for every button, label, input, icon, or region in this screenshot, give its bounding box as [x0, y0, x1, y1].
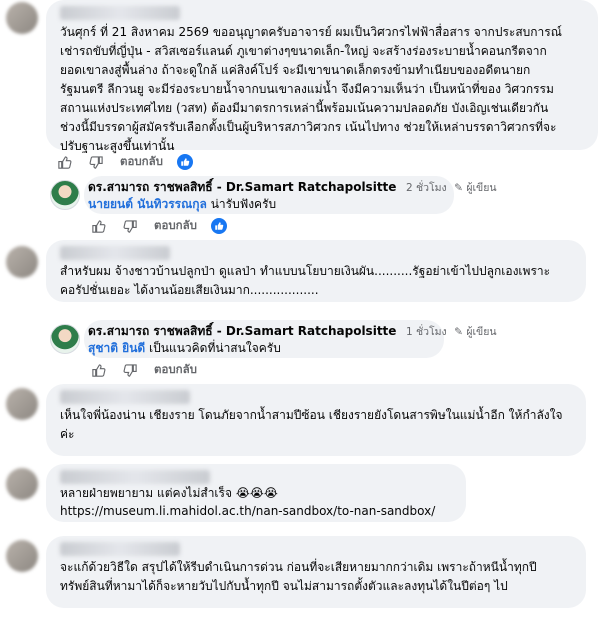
commenter-name-blurred[interactable] — [60, 470, 210, 484]
avatar[interactable] — [6, 540, 38, 572]
reply-text: น่ารับฟังครับ — [206, 197, 277, 211]
commenter-name-blurred[interactable] — [60, 6, 180, 20]
commenter-name-blurred[interactable] — [60, 390, 190, 404]
reply-actions: ตอบกลับ — [90, 360, 211, 380]
dislike-icon[interactable] — [88, 154, 104, 170]
mention-link[interactable]: นายยนต์ นันทิวรรณกุล — [88, 197, 207, 211]
comment-bubble: วันศุกร์ ที่ 21 สิงหาคม 2569 ขออนุญาตครั… — [46, 0, 598, 153]
reply-bubble: ดร.สามารถ ราชพลสิทธิ์ - Dr.Samart Ratcha… — [84, 320, 497, 358]
like-reaction-icon[interactable] — [211, 218, 227, 234]
like-icon[interactable] — [90, 218, 106, 234]
comment-link[interactable]: https://museum.li.mahidol.ac.th/nan-sand… — [60, 502, 460, 521]
author-badge: ✎ ผู้เขียน — [454, 326, 497, 338]
like-icon[interactable] — [56, 154, 72, 170]
comment-bubble: สำหรับผม จ้างชาวบ้านปลูกป่า ดูแลป่า ทำแบ… — [46, 240, 586, 302]
dislike-icon[interactable] — [122, 362, 138, 378]
reply-text: เป็นแนวคิดที่น่าสนใจครับ — [145, 341, 281, 355]
reply-button[interactable]: ตอบกลับ — [154, 361, 197, 379]
mention-link[interactable]: สุชาติ ยินดี — [88, 341, 145, 355]
reply-button[interactable]: ตอบกลับ — [120, 153, 163, 171]
comment-actions: ตอบกลับ — [56, 152, 193, 172]
reply-actions: ตอบกลับ — [90, 216, 227, 236]
like-reaction-icon[interactable] — [177, 154, 193, 170]
dislike-icon[interactable] — [122, 218, 138, 234]
author-avatar[interactable] — [50, 324, 80, 354]
comment-bubble: หลายฝ่ายพยายาม แต่คงไม่สำเร็จ 😭😭😭 https:… — [46, 464, 466, 522]
comment-bubble: เห็นใจพี่น้องน่าน เชียงราย โดนภัยจากน้ำส… — [46, 384, 586, 456]
commenter-name-blurred[interactable] — [60, 246, 170, 260]
reply-author-name[interactable]: ดร.สามารถ ราชพลสิทธิ์ - Dr.Samart Ratcha… — [88, 324, 396, 338]
avatar[interactable] — [6, 246, 38, 278]
avatar[interactable] — [6, 2, 38, 34]
reply-time[interactable]: 2 ชั่วโมง — [406, 182, 447, 194]
reply-time[interactable]: 1 ชั่วโมง — [406, 326, 447, 338]
avatar[interactable] — [6, 468, 38, 500]
comment-text: สำหรับผม จ้างชาวบ้านปลูกป่า ดูแลป่า ทำแบ… — [60, 264, 551, 297]
comment-text: หลายฝ่ายพยายาม แต่คงไม่สำเร็จ 😭😭😭 — [60, 486, 278, 500]
reply-button[interactable]: ตอบกลับ — [154, 217, 197, 235]
comment-text: จะแก้ด้วยวิธีใด สรุปได้ให้รีบดำเนินการด่… — [60, 560, 537, 593]
comment-text: วันศุกร์ ที่ 21 สิงหาคม 2569 ขออนุญาตครั… — [60, 25, 562, 153]
comment-text: เห็นใจพี่น้องน่าน เชียงราย โดนภัยจากน้ำส… — [60, 408, 563, 441]
reply-author-name[interactable]: ดร.สามารถ ราชพลสิทธิ์ - Dr.Samart Ratcha… — [88, 180, 396, 194]
like-icon[interactable] — [90, 362, 106, 378]
author-avatar[interactable] — [50, 180, 80, 210]
comment-bubble: จะแก้ด้วยวิธีใด สรุปได้ให้รีบดำเนินการด่… — [46, 536, 586, 608]
reply-bubble: ดร.สามารถ ราชพลสิทธิ์ - Dr.Samart Ratcha… — [84, 176, 497, 214]
commenter-name-blurred[interactable] — [60, 542, 180, 556]
author-badge: ✎ ผู้เขียน — [454, 182, 497, 194]
avatar[interactable] — [6, 388, 38, 420]
